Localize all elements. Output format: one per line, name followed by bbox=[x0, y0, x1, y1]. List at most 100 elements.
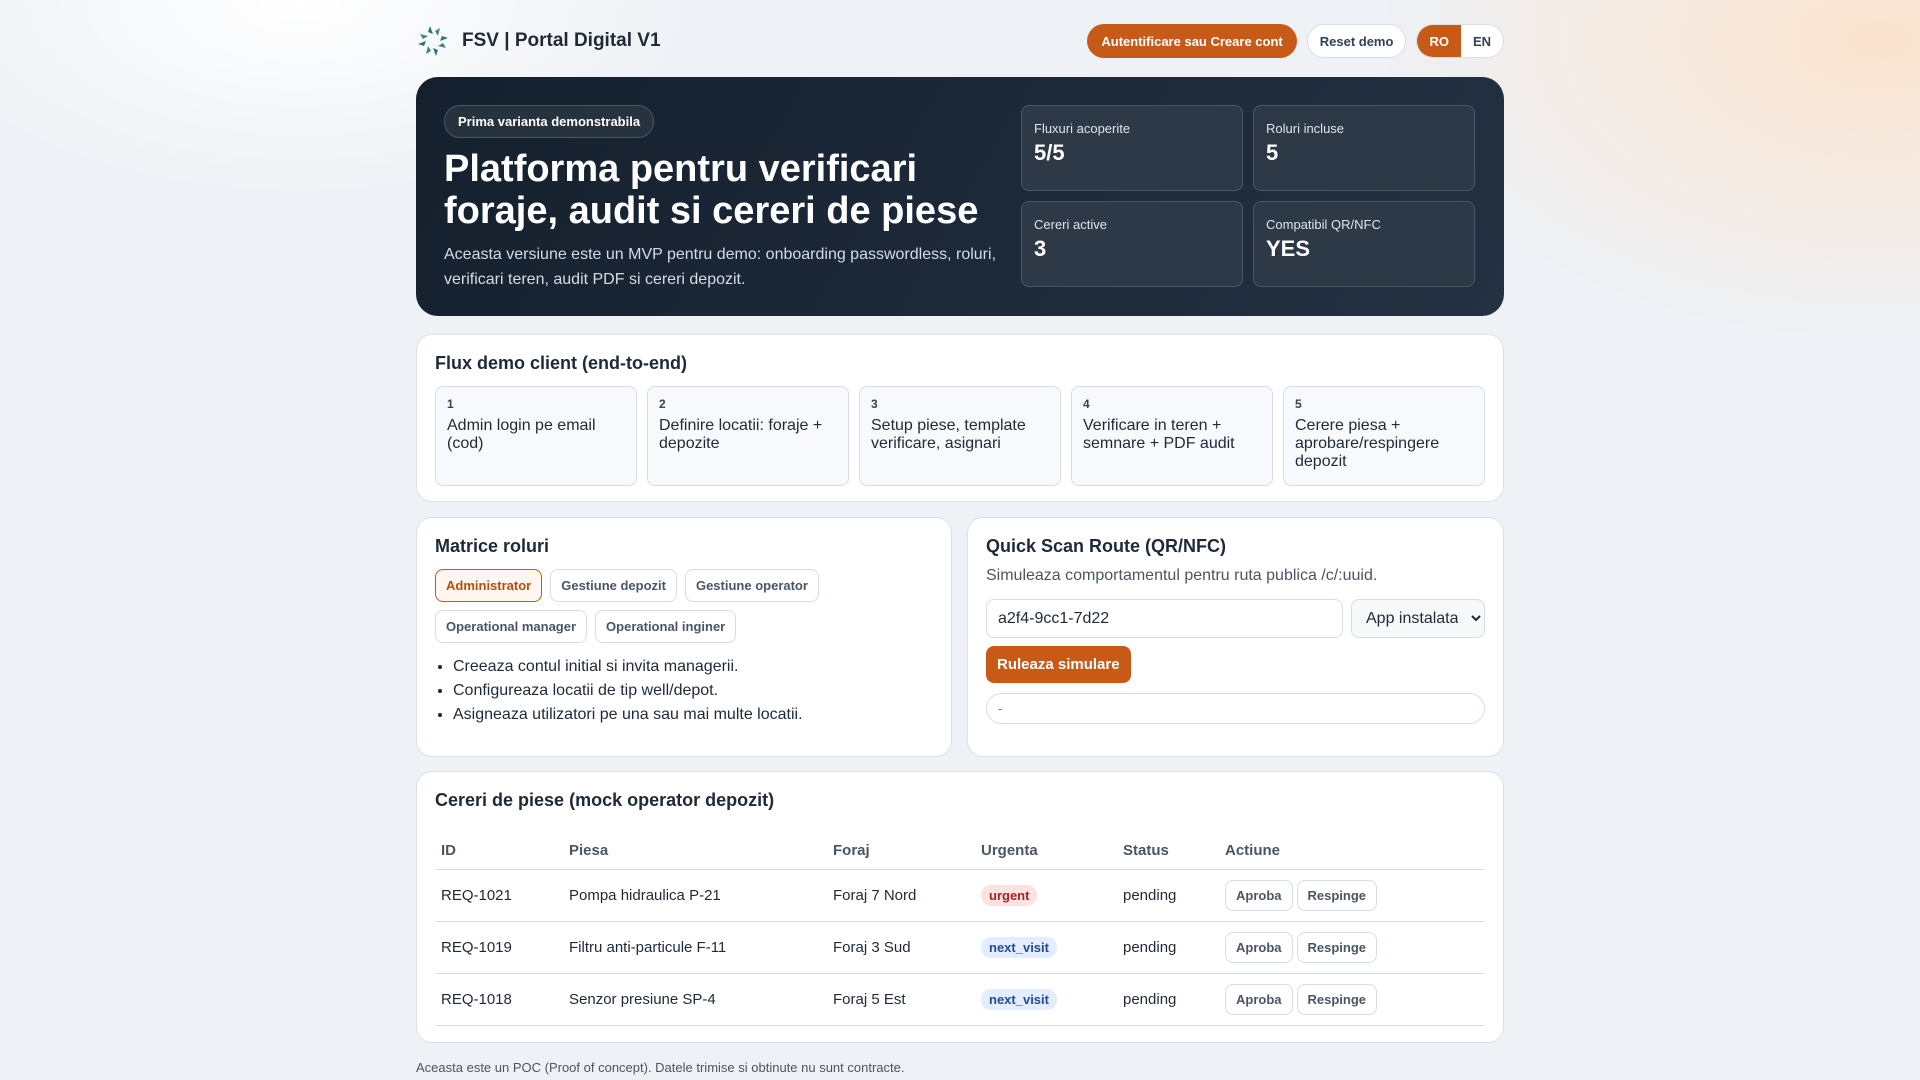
scan-card: Quick Scan Route (QR/NFC) Simuleaza comp… bbox=[967, 517, 1504, 757]
step-number: 3 bbox=[871, 397, 878, 411]
stat-label: Cereri active bbox=[1034, 217, 1107, 232]
reset-demo-button[interactable]: Reset demo bbox=[1306, 24, 1407, 58]
stat-card: Compatibil QR/NFC YES bbox=[1253, 201, 1475, 287]
request-part: Pompa hidraulica P-21 bbox=[563, 869, 827, 922]
footer-note: Aceasta este un POC (Proof of concept). … bbox=[416, 1060, 905, 1075]
stat-value: 5/5 bbox=[1034, 140, 1065, 165]
role-chip-gestiune-operator[interactable]: Gestiune operator bbox=[684, 569, 819, 602]
col-piesa: Piesa bbox=[563, 833, 827, 870]
hero-description: Aceasta versiune este un MVP pentru demo… bbox=[444, 246, 997, 288]
approve-button[interactable]: Aproba bbox=[1225, 931, 1293, 963]
hero-badge: Prima varianta demonstrabila bbox=[444, 105, 655, 138]
request-part: Senzor presiune SP-4 bbox=[563, 973, 827, 1026]
step-text: Definire locatii: foraje + depozite bbox=[659, 417, 823, 452]
table-row: REQ-1018 Senzor presiune SP-4 Foraj 5 Es… bbox=[435, 973, 1485, 1026]
urgency-badge: next_visit bbox=[981, 936, 1057, 958]
step-number: 1 bbox=[447, 397, 454, 411]
step-number: 5 bbox=[1295, 397, 1302, 411]
actions-cell: Aproba Respinge bbox=[1219, 973, 1485, 1026]
urgency-cell: next_visit bbox=[975, 973, 1117, 1026]
request-part: Filtru anti-particule F-11 bbox=[563, 921, 827, 974]
role-chip-administrator[interactable]: Administrator bbox=[435, 569, 543, 602]
permission-item: Configureaza locatii de tip well/depot. bbox=[453, 679, 933, 703]
permission-item: Creeaza contul initial si invita manager… bbox=[453, 655, 933, 679]
request-well: Foraj 3 Sud bbox=[827, 921, 975, 974]
reject-button[interactable]: Respinge bbox=[1296, 983, 1378, 1015]
actions-cell: Aproba Respinge bbox=[1219, 869, 1485, 922]
urgency-badge: urgent bbox=[981, 884, 1038, 906]
stat-card: Roluri incluse 5 bbox=[1253, 105, 1475, 191]
flow-step: 1 Admin login pe email (cod) bbox=[435, 386, 637, 486]
roles-title: Matrice roluri bbox=[435, 536, 550, 556]
col-status: Status bbox=[1117, 833, 1219, 870]
col-actiune: Actiune bbox=[1219, 833, 1485, 870]
hero-title: Platforma pentru verificari foraje, audi… bbox=[444, 148, 979, 232]
urgency-badge: next_visit bbox=[981, 988, 1057, 1010]
approve-button[interactable]: Aproba bbox=[1225, 879, 1293, 911]
request-id: REQ-1018 bbox=[435, 973, 563, 1026]
requests-title: Cereri de piese (mock operator depozit) bbox=[435, 790, 775, 810]
flow-step: 4 Verificare in teren + semnare + PDF aud… bbox=[1071, 386, 1273, 486]
uuid-input[interactable] bbox=[986, 599, 1343, 638]
table-row: REQ-1021 Pompa hidraulica P-21 Foraj 7 N… bbox=[435, 869, 1485, 922]
flow-step: 5 Cerere piesa + aprobare/respingere depo… bbox=[1283, 386, 1485, 486]
role-permissions: Creeaza contul initial si invita manager… bbox=[453, 655, 933, 727]
approve-button[interactable]: Aproba bbox=[1225, 983, 1293, 1015]
lang-en[interactable]: EN bbox=[1461, 25, 1503, 57]
flow-title: Flux demo client (end-to-end) bbox=[435, 353, 687, 373]
logo-icon bbox=[418, 26, 448, 56]
stat-value: YES bbox=[1266, 236, 1311, 261]
role-chip-operational-manager[interactable]: Operational manager bbox=[435, 610, 588, 643]
table-row: REQ-1019 Filtru anti-particule F-11 Fora… bbox=[435, 921, 1485, 974]
requests-card: Cereri de piese (mock operator depozit) … bbox=[416, 771, 1504, 1043]
flow-step: 2 Definire locatii: foraje + depozite bbox=[647, 386, 849, 486]
brand: FSV | Portal Digital V1 bbox=[416, 24, 661, 58]
lang-ro[interactable]: RO bbox=[1417, 25, 1461, 57]
step-number: 2 bbox=[659, 397, 666, 411]
roles-card: Matrice roluri Administrator Gestiune de… bbox=[416, 517, 952, 757]
scan-subtitle: Simuleaza comportamentul pentru ruta pub… bbox=[986, 567, 1378, 584]
step-number: 4 bbox=[1083, 397, 1090, 411]
client-mode-select[interactable]: App instalata bbox=[1351, 599, 1485, 638]
reject-button[interactable]: Respinge bbox=[1296, 931, 1378, 963]
step-text: Verificare in teren + semnare + PDF audi… bbox=[1083, 417, 1235, 452]
step-text: Setup piese, template verificare, asigna… bbox=[871, 417, 1026, 452]
stat-value: 3 bbox=[1034, 236, 1047, 261]
simulation-output: - bbox=[986, 693, 1485, 724]
request-status: pending bbox=[1117, 869, 1219, 922]
stat-card: Cereri active 3 bbox=[1021, 201, 1243, 287]
step-text: Cerere piesa + aprobare/respingere depoz… bbox=[1295, 417, 1440, 470]
urgency-cell: urgent bbox=[975, 869, 1117, 922]
request-id: REQ-1021 bbox=[435, 869, 563, 922]
request-well: Foraj 7 Nord bbox=[827, 869, 975, 922]
requests-table: ID Piesa Foraj Urgenta Status Actiune RE… bbox=[435, 833, 1485, 1026]
stat-card: Fluxuri acoperite 5/5 bbox=[1021, 105, 1243, 191]
role-chip-operational-inginer[interactable]: Operational inginer bbox=[595, 610, 737, 643]
stat-label: Compatibil QR/NFC bbox=[1266, 217, 1381, 232]
urgency-cell: next_visit bbox=[975, 921, 1117, 974]
hero: Prima varianta demonstrabila Platforma p… bbox=[416, 77, 1504, 316]
header: FSV | Portal Digital V1 Autentificare sa… bbox=[416, 0, 1504, 82]
reject-button[interactable]: Respinge bbox=[1296, 879, 1378, 911]
request-id: REQ-1019 bbox=[435, 921, 563, 974]
role-chip-gestiune-depozit[interactable]: Gestiune depozit bbox=[550, 569, 677, 602]
auth-button[interactable]: Autentificare sau Creare cont bbox=[1087, 24, 1297, 58]
actions-cell: Aproba Respinge bbox=[1219, 921, 1485, 974]
col-urgenta: Urgenta bbox=[975, 833, 1117, 870]
permission-item: Asigneaza utilizatori pe una sau mai mul… bbox=[453, 703, 933, 727]
col-foraj: Foraj bbox=[827, 833, 975, 870]
flow-step: 3 Setup piese, template verificare, asign… bbox=[859, 386, 1061, 486]
col-id: ID bbox=[435, 833, 563, 870]
run-simulation-button[interactable]: Ruleaza simulare bbox=[986, 646, 1131, 683]
app-title: FSV | Portal Digital V1 bbox=[462, 30, 661, 51]
step-text: Admin login pe email (cod) bbox=[447, 417, 596, 452]
request-status: pending bbox=[1117, 921, 1219, 974]
scan-title: Quick Scan Route (QR/NFC) bbox=[986, 536, 1227, 556]
stat-label: Fluxuri acoperite bbox=[1034, 121, 1131, 136]
flow-card: Flux demo client (end-to-end) 1 Admin log… bbox=[416, 334, 1504, 502]
request-well: Foraj 5 Est bbox=[827, 973, 975, 1026]
request-status: pending bbox=[1117, 973, 1219, 1026]
language-switch: RO EN bbox=[1416, 24, 1504, 58]
stat-value: 5 bbox=[1266, 140, 1279, 165]
stat-label: Roluri incluse bbox=[1266, 121, 1345, 136]
